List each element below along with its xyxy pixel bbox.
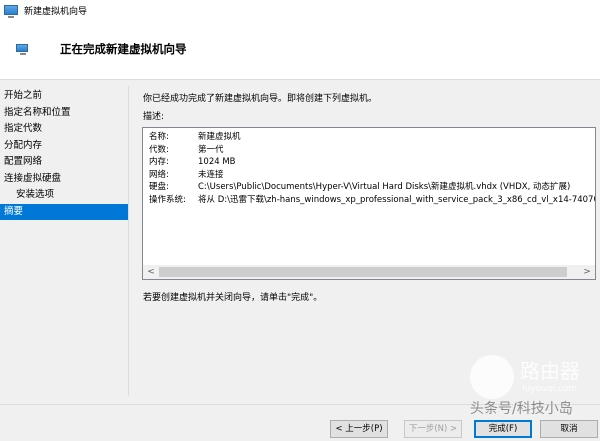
summary-row: 内存: 1024 MB <box>149 156 595 169</box>
watermark-text: 路由器 <box>520 359 580 383</box>
horizontal-scrollbar[interactable]: < > <box>143 265 595 279</box>
finish-hint: 若要创建虚拟机并关闭向导，请单击"完成"。 <box>143 293 323 303</box>
summary-row: 代数: 第一代 <box>149 144 595 157</box>
row-value: C:\Users\Public\Documents\Hyper-V\Virtua… <box>198 182 571 192</box>
next-button[interactable]: 下一步(N) > <box>404 420 462 438</box>
watermark-source: 头条号/科技小岛 <box>470 401 573 417</box>
summary-row: 操作系统: 将从 D:\迅雷下载\zh-hans_windows_xp_profe… <box>149 194 596 207</box>
row-value: 1024 MB <box>198 157 236 167</box>
wizard-header: 正在完成新建虚拟机向导 <box>0 20 600 80</box>
summary-row: 名称: 新建虚拟机 <box>149 131 595 144</box>
scroll-right-icon[interactable]: > <box>579 267 595 277</box>
row-value: 将从 D:\迅雷下载\zh-hans_windows_xp_profession… <box>198 194 596 205</box>
nav-item-install-options[interactable]: 安装选项 <box>0 187 128 204</box>
row-value: 新建虚拟机 <box>198 132 241 142</box>
summary-row: 网络: 未连接 <box>149 169 595 182</box>
nav-item-before-you-begin[interactable]: 开始之前 <box>0 88 128 105</box>
cancel-button[interactable]: 取消 <box>540 420 598 438</box>
row-key: 硬盘: <box>149 182 169 192</box>
nav-item-generation[interactable]: 指定代数 <box>0 121 128 138</box>
row-value: 第一代 <box>198 144 224 155</box>
finish-button[interactable]: 完成(F) <box>474 420 532 438</box>
page-title: 正在完成新建虚拟机向导 <box>60 42 187 56</box>
previous-button[interactable]: < 上一步(P) <box>330 420 388 438</box>
row-key: 操作系统: <box>149 194 186 205</box>
scroll-left-icon[interactable]: < <box>143 267 159 277</box>
row-key: 内存: <box>149 157 169 167</box>
summary-row: 硬盘: C:\Users\Public\Documents\Hyper-V\Vir… <box>149 181 595 194</box>
window-title: 新建虚拟机向导 <box>24 6 88 17</box>
watermark-url: luyouqi.com <box>522 384 578 394</box>
nav-item-hard-disk[interactable]: 连接虚拟硬盘 <box>0 171 128 188</box>
nav-item-name-location[interactable]: 指定名称和位置 <box>0 105 128 122</box>
wizard-steps: 开始之前 指定名称和位置 指定代数 分配内存 配置网络 连接虚拟硬盘 安装选项 … <box>0 88 128 220</box>
divider <box>0 404 600 405</box>
divider <box>128 86 129 396</box>
description-label: 描述: <box>143 112 165 122</box>
nav-item-memory[interactable]: 分配内存 <box>0 138 128 155</box>
intro-text: 你已经成功完成了新建虚拟机向导。即将创建下列虚拟机。 <box>143 94 378 104</box>
row-value: 未连接 <box>198 169 224 180</box>
watermark: 路由器 luyouqi.com 头条号/科技小岛 <box>470 355 580 418</box>
row-key: 名称: <box>149 132 169 142</box>
vm-icon <box>4 5 18 18</box>
router-logo-icon <box>470 355 514 399</box>
description-box[interactable]: 名称: 新建虚拟机 代数: 第一代 内存: 1024 MB 网络: 未连接 硬盘: C:\… <box>142 127 596 280</box>
nav-item-network[interactable]: 配置网络 <box>0 154 128 171</box>
nav-item-summary[interactable]: 摘要 <box>0 203 128 220</box>
scroll-thumb[interactable] <box>159 267 567 277</box>
row-key: 网络: <box>149 169 169 180</box>
title-bar: 新建虚拟机向导 <box>0 0 600 20</box>
vm-icon <box>16 44 28 55</box>
row-key: 代数: <box>149 144 169 155</box>
